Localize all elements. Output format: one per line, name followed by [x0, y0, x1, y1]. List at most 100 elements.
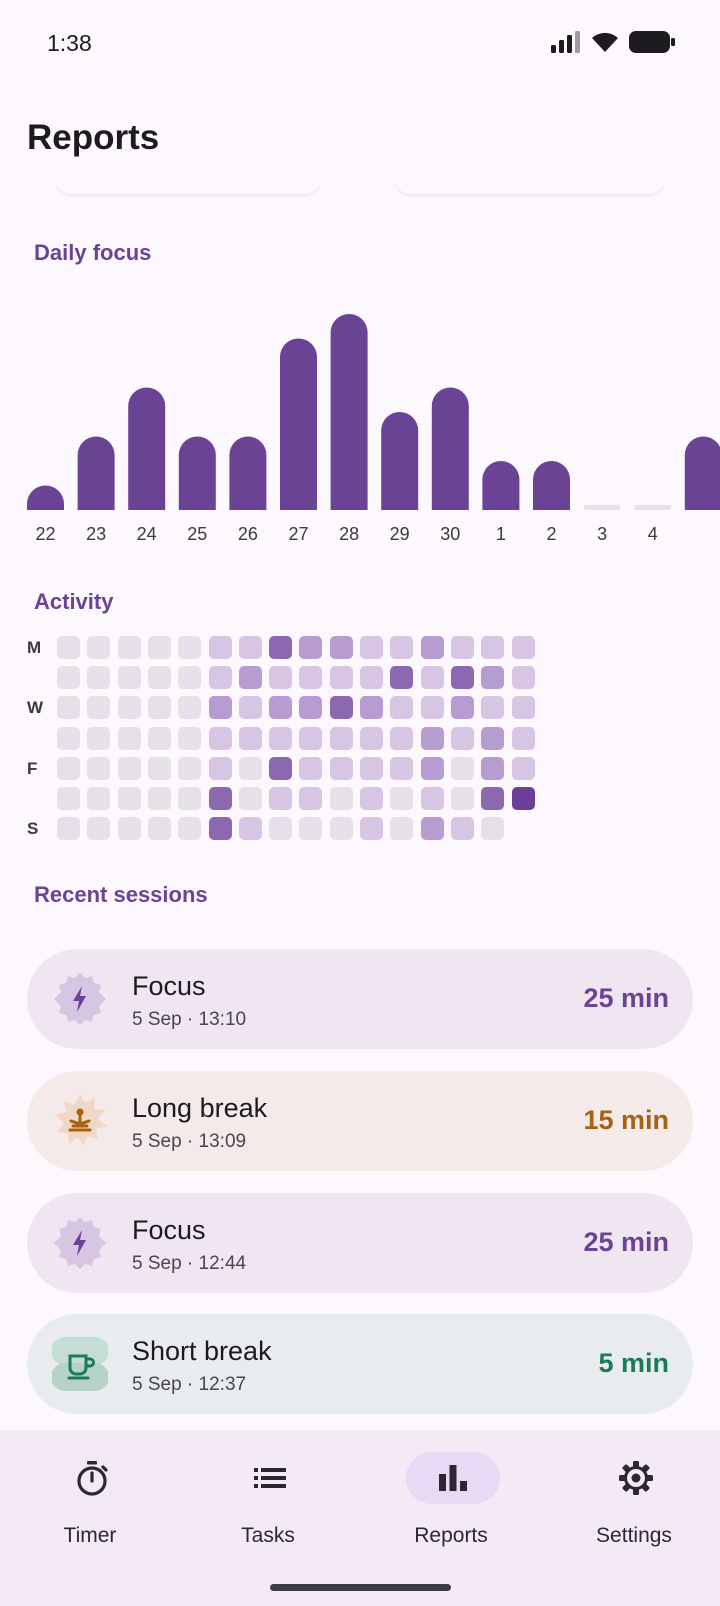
- bar-chart-icon: [439, 1465, 467, 1491]
- activity-cell: [117, 636, 141, 659]
- chart-tick-label: 30: [440, 524, 460, 544]
- activity-cell: [178, 787, 202, 810]
- activity-cell: [420, 636, 444, 659]
- activity-cell: [450, 696, 474, 720]
- daily-focus-chart: 22 23 24 25 26 27 28 29 30 1 2 3 4: [27, 314, 720, 544]
- activity-cell: [208, 787, 232, 810]
- session-duration: 15 min: [583, 1105, 669, 1135]
- activity-cell: [481, 636, 505, 659]
- activity-cell: [147, 636, 171, 659]
- session-time: 5 Sep · 12:44: [132, 1253, 247, 1274]
- chart-bar: [280, 338, 317, 510]
- activity-cell: [208, 756, 232, 780]
- activity-cell: [87, 756, 111, 780]
- session-duration: 5 min: [598, 1348, 669, 1378]
- activity-cell: [117, 666, 141, 690]
- activity-day-label: S: [27, 819, 39, 839]
- activity-cell: [390, 756, 414, 780]
- activity-cell: [147, 756, 171, 780]
- gear-icon: [619, 1461, 653, 1495]
- nav-label: Timer: [63, 1524, 117, 1547]
- activity-cell: [117, 756, 141, 780]
- activity-cell: [269, 817, 293, 841]
- activity-cell: [117, 726, 141, 750]
- chart-bar: [684, 436, 720, 510]
- activity-cell: [329, 817, 353, 841]
- activity-cell: [238, 696, 262, 720]
- activity-cell: [208, 817, 232, 841]
- activity-cell: [360, 666, 383, 690]
- activity-cell: [329, 726, 353, 750]
- activity-cell: [269, 756, 293, 780]
- activity-cell: [481, 756, 505, 780]
- activity-cell: [87, 696, 111, 720]
- activity-cell: [511, 756, 535, 780]
- activity-cell: [238, 756, 262, 780]
- activity-cell: [481, 787, 505, 810]
- wifi-icon: [592, 32, 618, 52]
- session-time: 5 Sep · 13:09: [132, 1131, 247, 1152]
- activity-cell: [511, 696, 535, 720]
- activity-cell: [360, 817, 383, 841]
- activity-cell: [420, 666, 444, 690]
- activity-cell: [87, 726, 111, 750]
- summary-card-left: [56, 180, 320, 194]
- activity-cell: [269, 696, 293, 720]
- session-card-long-break[interactable]: Long break 5 Sep · 13:09 15 min: [27, 1071, 693, 1171]
- activity-cell: [299, 636, 323, 659]
- session-title: Short break: [132, 1336, 272, 1366]
- activity-cell: [329, 787, 353, 810]
- activity-cell: [147, 817, 171, 841]
- activity-cell: [329, 666, 353, 690]
- activity-cell: [299, 787, 323, 810]
- session-card-short-break[interactable]: Short break 5 Sep · 12:37 5 min: [27, 1314, 693, 1414]
- recent-sessions-title: Recent sessions: [34, 882, 208, 907]
- activity-cell: [57, 666, 80, 690]
- chart-tick-label: 29: [390, 524, 410, 544]
- activity-cell: [269, 636, 293, 659]
- activity-cell: [269, 666, 293, 690]
- session-title: Focus: [132, 1215, 206, 1245]
- nav-item-settings[interactable]: Settings: [544, 1430, 720, 1560]
- activity-day-label: W: [27, 698, 44, 718]
- activity-cell: [481, 726, 505, 750]
- battery-icon: [629, 31, 675, 53]
- activity-cell: [238, 787, 262, 810]
- nav-label: Reports: [414, 1524, 488, 1547]
- nav-item-timer[interactable]: Timer: [0, 1430, 180, 1560]
- chart-tick-label: 3: [597, 524, 607, 544]
- lightning-icon: [54, 1217, 106, 1269]
- activity-cell: [178, 756, 202, 780]
- activity-cell: [329, 696, 353, 720]
- activity-cell: [299, 756, 323, 780]
- activity-cell: [147, 666, 171, 690]
- chart-tick-label: 24: [137, 524, 157, 544]
- chart-tick-label: 4: [648, 524, 658, 544]
- chart-bar: [482, 461, 520, 510]
- activity-cell: [238, 666, 262, 690]
- session-card-focus[interactable]: Focus 5 Sep · 13:10 25 min: [27, 949, 693, 1049]
- activity-cell: [208, 636, 232, 659]
- activity-cell: [450, 636, 474, 659]
- chart-bar: [229, 436, 267, 510]
- activity-day-label: F: [27, 758, 38, 778]
- chart-bar: [330, 314, 368, 510]
- page-title: Reports: [27, 118, 160, 157]
- nav-item-tasks[interactable]: Tasks: [178, 1430, 358, 1560]
- activity-cell: [299, 696, 323, 720]
- home-indicator: [270, 1584, 451, 1591]
- activity-cell: [360, 756, 383, 780]
- activity-cell: [511, 787, 535, 810]
- activity-cell: [117, 696, 141, 720]
- activity-cell: [420, 696, 444, 720]
- session-time: 5 Sep · 13:10: [132, 1009, 247, 1030]
- activity-title: Activity: [34, 589, 114, 614]
- chart-bar: [431, 387, 469, 510]
- nav-item-reports[interactable]: Reports: [361, 1430, 541, 1560]
- chart-tick-label: 22: [35, 524, 55, 544]
- activity-cell: [360, 636, 383, 659]
- session-card-focus[interactable]: Focus 5 Sep · 12:44 25 min: [27, 1193, 693, 1293]
- activity-cell: [117, 817, 141, 841]
- activity-cell: [390, 787, 414, 810]
- activity-cell: [390, 726, 414, 750]
